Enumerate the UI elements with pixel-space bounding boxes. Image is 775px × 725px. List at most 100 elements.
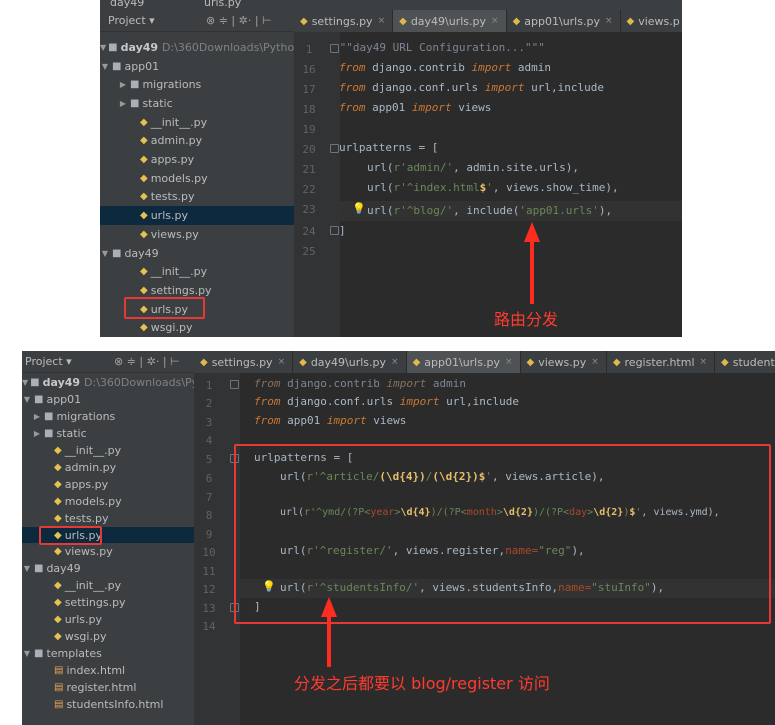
- editor-tab[interactable]: ◆ settings.py ×: [194, 351, 294, 373]
- project-root[interactable]: ▼■day49D:\360Downloads\Python: [100, 38, 294, 57]
- code-line-3: from app01 import views: [254, 414, 407, 427]
- editor-tab[interactable]: ◆ day49\urls.py ×: [393, 10, 507, 32]
- chevron-down-icon[interactable]: ▼: [100, 62, 110, 71]
- tree-folder[interactable]: ▼ ■ app01: [22, 391, 194, 408]
- tree-folder[interactable]: ▼ ■ day49: [22, 560, 194, 577]
- editor-tab[interactable]: ◆ app01\urls.py ×: [406, 351, 521, 373]
- fold-marker-icon[interactable]: [230, 380, 239, 389]
- chevron-down-icon[interactable]: ▼: [22, 649, 32, 658]
- python-file-icon: ◆: [399, 15, 407, 27]
- chevron-right-icon[interactable]: ▶: [118, 80, 128, 89]
- chevron-down-icon[interactable]: ▼: [22, 564, 32, 573]
- lightbulb-icon[interactable]: 💡: [352, 202, 366, 215]
- close-icon[interactable]: ×: [491, 16, 499, 26]
- editor-tab[interactable]: ◆studentsInfo.h: [715, 351, 775, 373]
- tree-file[interactable]: ◆ urls.py: [22, 611, 194, 628]
- editor-tab[interactable]: ◆ views.p: [621, 10, 682, 32]
- tab-label: app01\urls.py: [524, 14, 600, 28]
- line-number: 17: [302, 83, 316, 96]
- panel-toolbar-icons[interactable]: ⊗ ≑ | ✲· | ⊢: [114, 355, 180, 368]
- tree-folder[interactable]: ▼ ■ templates: [22, 645, 194, 662]
- tree-item-label: __init__.py: [64, 579, 122, 593]
- fold-marker-icon[interactable]: [330, 44, 339, 53]
- nav-file[interactable]: urls.py: [204, 0, 241, 9]
- tree-folder[interactable]: ▶ ■ migrations: [100, 75, 294, 94]
- tree-folder[interactable]: ▼ ■ day49: [100, 244, 294, 263]
- editor-tab[interactable]: ◆ app01\urls.py ×: [507, 10, 621, 32]
- python-file-icon: ◆: [54, 546, 62, 558]
- code-line-20: urlpatterns = [: [340, 141, 439, 154]
- tree-file[interactable]: ◆ tests.py: [100, 188, 294, 207]
- project-root[interactable]: ▼■day49D:\360Downloads\Python: [22, 374, 194, 391]
- tree-file[interactable]: ◆ __init__.py: [22, 442, 194, 459]
- project-view-selector[interactable]: Project ▾: [25, 355, 72, 368]
- close-icon[interactable]: ×: [605, 16, 613, 26]
- fold-marker-icon[interactable]: [330, 226, 339, 235]
- tree-item-label: apps.py: [150, 153, 195, 167]
- tree-file[interactable]: ◆ models.py: [100, 169, 294, 188]
- editor-tab[interactable]: ◆ register.html ×: [607, 351, 716, 373]
- tree-file[interactable]: ◆ admin.py: [22, 459, 194, 476]
- line-number: 12: [202, 583, 216, 596]
- code-editor[interactable]: """day49 URL Configuration...""" from dj…: [340, 32, 682, 337]
- tree-file[interactable]: ◆ models.py: [22, 493, 194, 510]
- close-icon[interactable]: ×: [278, 357, 286, 367]
- tree-file[interactable]: ◆ apps.py: [100, 150, 294, 169]
- tree-file[interactable]: ◆ __init__.py: [100, 113, 294, 132]
- tree-folder[interactable]: ▶ ■ static: [22, 425, 194, 442]
- tree-item-label: views.py: [150, 227, 199, 241]
- html-file-icon: ◆: [612, 356, 621, 368]
- tree-file[interactable]: ◆ __init__.py: [22, 577, 194, 594]
- close-icon[interactable]: ×: [391, 357, 399, 367]
- chevron-down-icon[interactable]: ▼: [22, 395, 32, 404]
- tree-item-label: static: [56, 426, 87, 440]
- tree-folder[interactable]: ▶ ■ migrations: [22, 408, 194, 425]
- tree-folder[interactable]: ▼ ■ app01: [100, 57, 294, 76]
- tree-file[interactable]: ▤ studentsInfo.html: [22, 696, 194, 713]
- tree-file[interactable]: ◆ views.py: [22, 544, 194, 561]
- close-icon[interactable]: ×: [378, 16, 386, 26]
- tree-file[interactable]: ◆ views.py: [100, 225, 294, 244]
- chevron-right-icon[interactable]: ▶: [32, 412, 42, 421]
- folder-icon: ■: [34, 648, 44, 660]
- tree-file[interactable]: ◆ tests.py: [22, 510, 194, 527]
- project-view-selector[interactable]: Project ▾: [108, 14, 155, 27]
- tree-folder[interactable]: ▶ ■ static: [100, 94, 294, 113]
- nav-folder[interactable]: day49: [110, 0, 144, 9]
- code-line-22: url(r'^index.html$', views.show_time),: [367, 181, 619, 194]
- chevron-down-icon[interactable]: ▼: [100, 249, 110, 258]
- panel-toolbar-icons[interactable]: ⊗ ≑ | ✲· | ⊢: [206, 14, 272, 27]
- tree-file[interactable]: ▤ register.html: [22, 679, 194, 696]
- line-number: 19: [302, 123, 316, 136]
- chevron-down-icon[interactable]: ▼: [100, 43, 106, 52]
- editor-tab[interactable]: ◆ settings.py ×: [294, 10, 394, 32]
- tree-item-label: models.py: [150, 171, 208, 185]
- navigation-bar: day49 urls.py: [100, 0, 682, 10]
- line-number: 25: [302, 245, 316, 258]
- tree-file[interactable]: ◆ wsgi.py: [22, 628, 194, 645]
- close-icon[interactable]: ×: [505, 357, 513, 367]
- tree-item-label: tests.py: [150, 190, 195, 204]
- tab-label: views.py: [538, 355, 587, 369]
- editor-tab[interactable]: ◆ day49\urls.py ×: [293, 351, 407, 373]
- tree-file[interactable]: ▤ index.html: [22, 662, 194, 679]
- line-number: 14: [202, 620, 216, 633]
- chevron-right-icon[interactable]: ▶: [118, 99, 128, 108]
- tree-file[interactable]: ◆ admin.py: [100, 132, 294, 151]
- folder-icon: ■: [34, 563, 44, 575]
- chevron-down-icon[interactable]: ▼: [22, 378, 28, 387]
- close-icon[interactable]: ×: [591, 357, 599, 367]
- project-panel-header: Project ▾ ⊗ ≑ | ✲· | ⊢: [22, 351, 194, 373]
- line-number: 5: [205, 453, 213, 466]
- folder-icon: ■: [34, 393, 44, 405]
- close-icon[interactable]: ×: [700, 357, 708, 367]
- tree-file[interactable]: ◆ urls.py: [100, 206, 294, 225]
- editor-tab[interactable]: ◆ views.py ×: [521, 351, 607, 373]
- tree-file[interactable]: ◆ settings.py: [22, 594, 194, 611]
- tree-file[interactable]: ◆ __init__.py: [100, 262, 294, 281]
- tree-file[interactable]: ◆ wsgi.py: [100, 319, 294, 338]
- chevron-right-icon[interactable]: ▶: [32, 429, 42, 438]
- fold-marker-icon[interactable]: [330, 144, 339, 153]
- tree-file[interactable]: ◆ apps.py: [22, 476, 194, 493]
- python-file-icon: ◆: [54, 461, 62, 473]
